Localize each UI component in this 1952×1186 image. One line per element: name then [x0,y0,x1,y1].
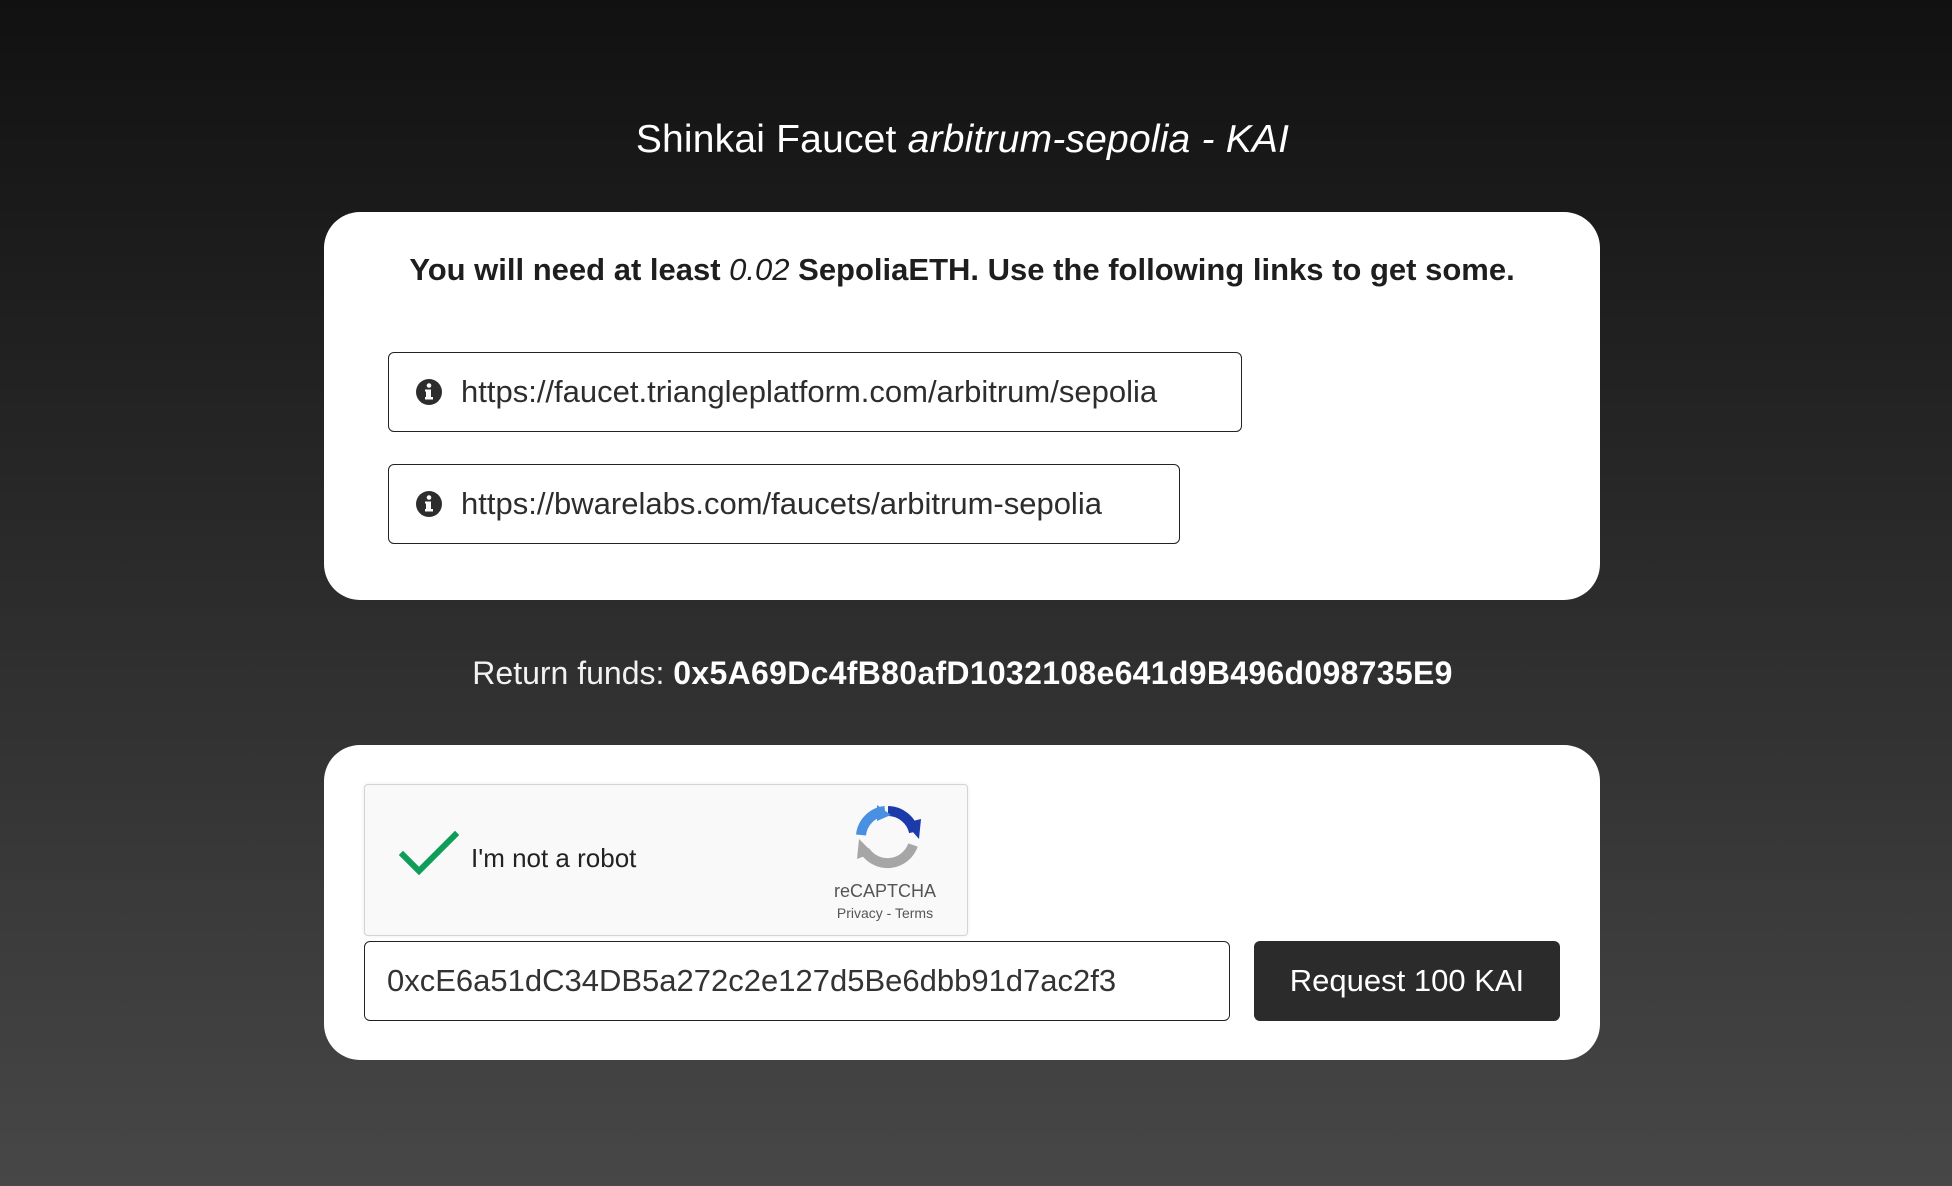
recaptcha-label: I'm not a robot [471,843,637,873]
recaptcha-privacy-link[interactable]: Privacy [837,905,883,921]
requirements-text-after: SepoliaETH. Use the following links to g… [798,252,1515,287]
faucet-link-triangleplatform[interactable]: https://faucet.triangleplatform.com/arbi… [388,352,1242,432]
faucet-link-url: https://bwarelabs.com/faucets/arbitrum-s… [461,486,1102,521]
requirements-text-before: You will need at least [409,252,721,287]
title-prefix: Shinkai Faucet [635,118,897,161]
recaptcha-brand: reCAPTCHA [833,881,936,901]
faucet-link-url: https://faucet.triangleplatform.com/arbi… [461,374,1158,409]
request-tokens-button[interactable]: Request 100 KAI [1254,941,1560,1021]
recaptcha-terms-link[interactable]: Terms [895,905,933,921]
info-icon [416,379,442,405]
wallet-address-input[interactable] [364,941,1230,1021]
recaptcha-logo-icon [856,805,921,869]
return-funds-label: Return funds: [472,655,665,691]
checkmark-icon[interactable] [399,829,459,879]
title-network: arbitrum-sepolia - KAI [907,118,1290,161]
recaptcha-separator: - [882,905,895,921]
info-icon [416,491,442,517]
requirements-text: You will need at least 0.02 SepoliaETH. … [324,248,1600,292]
recaptcha-links: Privacy - Terms [805,905,965,921]
recaptcha-widget[interactable]: I'm not a robot reCAPTCHA Privacy - Term… [364,784,968,936]
requirements-amount: 0.02 [729,252,790,287]
return-funds: Return funds: 0x5A69Dc4fB80afD1032108e64… [0,650,1925,696]
faucet-link-bwarelabs[interactable]: https://bwarelabs.com/faucets/arbitrum-s… [388,464,1180,544]
return-funds-address: 0x5A69Dc4fB80afD1032108e641d9B496d098735… [673,655,1453,691]
page-title: Shinkai Faucet arbitrum-sepolia - KAI [0,112,1925,168]
